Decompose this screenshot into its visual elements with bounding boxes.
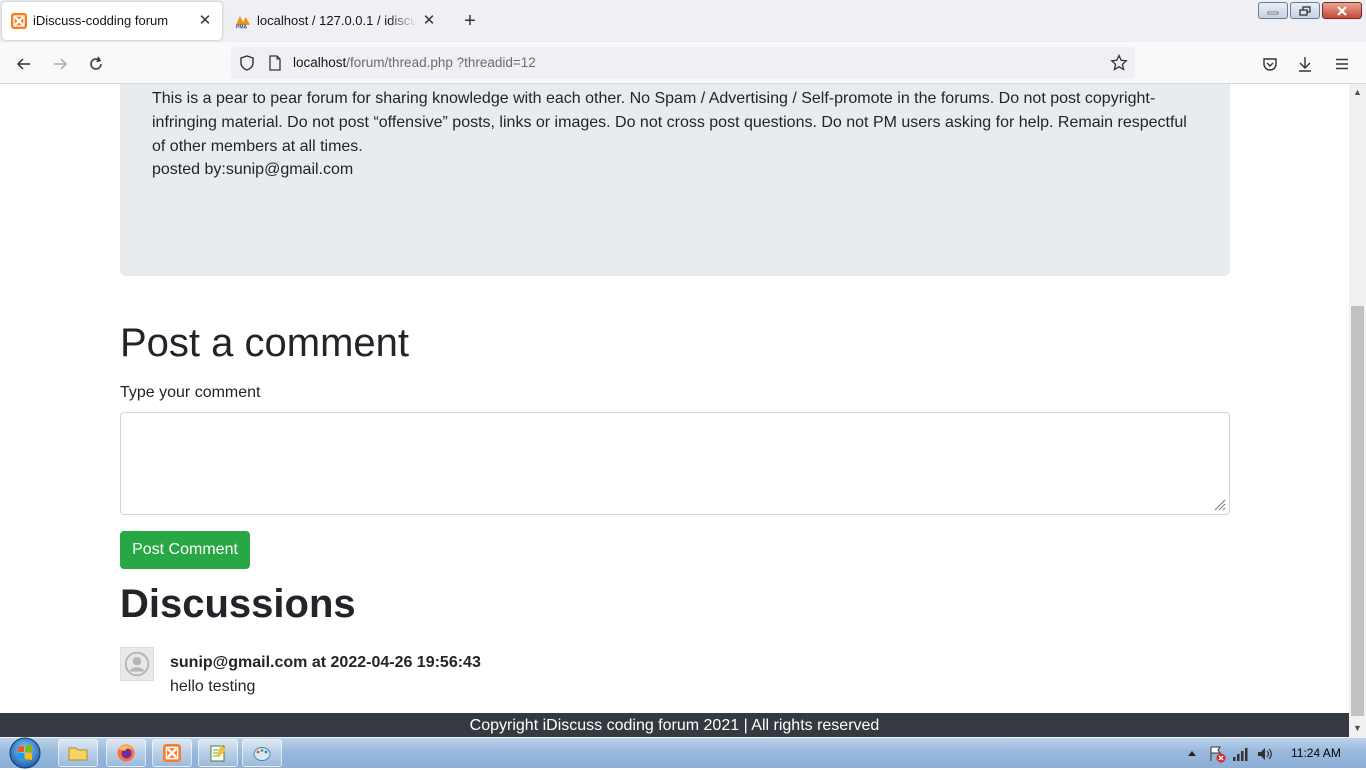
url-host: localhost [293,55,347,70]
discussions-heading: Discussions [120,582,356,626]
url-path: /forum/thread.php ?threadid=12 [346,55,536,70]
arrow-left-icon [16,58,30,70]
scroll-up-arrow-icon[interactable]: ▲ [1349,84,1366,101]
downloads-button[interactable] [1293,52,1317,76]
tab-title: iDiscuss-codding forum [33,13,169,28]
firefox-icon [117,744,135,762]
close-window-button[interactable] [1322,2,1362,19]
shield-icon[interactable] [239,55,255,71]
network-signal-icon[interactable] [1232,746,1250,762]
page-icon[interactable] [268,55,282,71]
window-controls [1258,2,1362,19]
star-bookmark-icon[interactable] [1110,54,1128,72]
reload-icon [90,56,102,70]
taskbar-firefox[interactable] [106,739,146,767]
taskbar-xampp[interactable] [152,739,192,767]
comment-textarea[interactable] [120,412,1230,515]
thread-posted-by: posted by:sunip@gmail.com [152,161,354,178]
restore-icon [1299,5,1311,16]
comment-text: hello testing [170,678,256,695]
hamburger-menu-icon [1336,58,1348,70]
close-tab-icon[interactable]: ✕ [420,12,438,30]
start-orb-icon[interactable] [7,736,43,770]
close-icon [1337,5,1347,16]
close-tab-icon[interactable]: ✕ [196,12,214,30]
minimize-icon [1267,11,1279,14]
restore-button[interactable] [1290,2,1320,19]
tab-title: localhost / 127.0.0.1 / idiscuss / [257,13,417,28]
explorer-icon [68,747,88,761]
pocket-button[interactable] [1258,52,1282,76]
reload-button[interactable] [84,52,108,76]
taskbar-paint[interactable] [242,739,282,767]
action-center-flag-icon[interactable] [1208,745,1226,763]
minimize-button[interactable] [1258,2,1288,19]
arrow-right-icon [54,58,68,70]
taskbar-notepad[interactable] [198,739,238,767]
download-icon [1299,57,1311,72]
windows-taskbar: 11:24 AM [0,736,1366,770]
thread-jumbotron: This is a pear to pear forum for sharing… [120,84,1230,276]
forward-button[interactable] [48,52,72,76]
paint-icon [253,747,271,761]
user-avatar-icon [120,647,154,681]
page-scrollbar[interactable]: ▲ ▼ [1349,84,1366,737]
address-bar[interactable]: localhost/forum/thread.php ?threadid=12 [231,47,1135,79]
page-viewport: This is a pear to pear forum for sharing… [0,84,1349,713]
volume-icon[interactable] [1256,746,1274,762]
comment-meta: sunip@gmail.com at 2022-04-26 19:56:43 [170,654,481,671]
tab-idiscuss[interactable]: iDiscuss-codding forum ✕ [2,2,222,40]
back-button[interactable] [12,52,36,76]
navigation-toolbar: localhost/forum/thread.php ?threadid=12 [0,42,1366,84]
resize-grip-icon[interactable] [1212,497,1226,511]
scroll-down-arrow-icon[interactable]: ▼ [1349,720,1366,737]
post-comment-heading: Post a comment [120,321,410,365]
pocket-icon [1263,58,1277,71]
comment-label: Type your comment [120,384,261,401]
taskbar-explorer[interactable] [58,739,98,767]
chevron-up-icon[interactable] [1187,749,1197,757]
tab-phpmyadmin[interactable]: PMA localhost / 127.0.0.1 / idiscuss / ✕ [226,2,446,40]
xampp-icon [163,744,181,762]
url-text[interactable]: localhost/forum/thread.php ?threadid=12 [293,55,536,70]
scroll-thumb[interactable] [1351,306,1364,716]
taskbar-clock[interactable]: 11:24 AM [1291,746,1341,760]
menu-button[interactable] [1330,52,1354,76]
page-footer: Copyright iDiscuss coding forum 2021 | A… [0,713,1349,737]
thread-description: This is a pear to pear forum for sharing… [152,90,1187,155]
xampp-icon [11,13,27,29]
phpmyadmin-icon: PMA [236,16,250,30]
post-comment-button[interactable]: Post Comment [120,531,250,569]
tab-bar: iDiscuss-codding forum ✕ PMA localhost /… [0,0,1366,42]
svg-text:PMA: PMA [236,25,248,30]
new-tab-button[interactable]: + [458,9,482,33]
notepad-icon [210,745,226,762]
